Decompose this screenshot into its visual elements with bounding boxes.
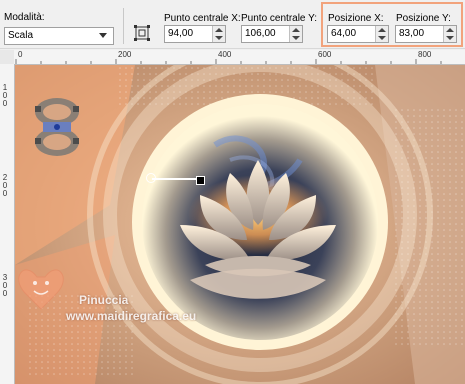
ruler-corner — [0, 50, 15, 65]
tool-options-bar: Modalità: Scala Punto centrale X: 94,00 … — [0, 0, 465, 49]
toolbar-separator — [123, 8, 124, 44]
vertical-ruler: 1 0 0 2 0 0 3 0 0 — [0, 64, 15, 384]
center-handle[interactable] — [196, 176, 205, 185]
watermark-url: www.maidiregrafica.eu — [66, 309, 197, 323]
ruler-label: 0 — [18, 50, 23, 59]
mode-value: Scala — [8, 30, 34, 41]
center-y-input[interactable]: 106,00 — [241, 25, 303, 43]
ruler-label: 0 — [2, 189, 8, 198]
ruler-label: 200 — [118, 50, 132, 59]
arrow-down-icon[interactable] — [215, 36, 223, 40]
pick-tool-icon[interactable] — [133, 24, 151, 42]
mode-dropdown[interactable]: Scala — [4, 27, 114, 45]
horizontal-ruler: 0 200 400 600 800 — [14, 50, 465, 65]
image-canvas[interactable]: Pinuccia www.maidiregrafica.eu — [15, 65, 465, 384]
ruler-label: 0 — [2, 289, 8, 298]
center-x-stepper[interactable] — [212, 26, 225, 42]
lotus-artwork — [15, 65, 465, 384]
tube-thumbnail — [35, 98, 79, 156]
center-x-label: Punto centrale X: — [164, 13, 241, 24]
center-x-input[interactable]: 94,00 — [164, 25, 226, 43]
rotation-handle-line — [152, 178, 198, 180]
position-highlight-frame — [321, 2, 463, 47]
mode-label: Modalità: — [4, 12, 45, 23]
ruler-ticks — [15, 59, 442, 64]
ruler-label: 400 — [218, 50, 232, 59]
rotation-handle[interactable] — [146, 173, 156, 183]
ruler-label: 600 — [318, 50, 332, 59]
center-y-stepper[interactable] — [289, 26, 302, 42]
center-y-label: Punto centrale Y: — [241, 13, 317, 24]
ruler-label: 0 — [2, 99, 8, 108]
arrow-up-icon[interactable] — [292, 28, 300, 32]
ruler-label: 800 — [418, 50, 432, 59]
chevron-down-icon — [99, 33, 107, 38]
arrow-down-icon[interactable] — [292, 36, 300, 40]
watermark-name: Pinuccia — [79, 293, 129, 307]
arrow-up-icon[interactable] — [215, 28, 223, 32]
center-x-value: 94,00 — [168, 28, 194, 39]
center-y-value: 106,00 — [245, 28, 276, 39]
